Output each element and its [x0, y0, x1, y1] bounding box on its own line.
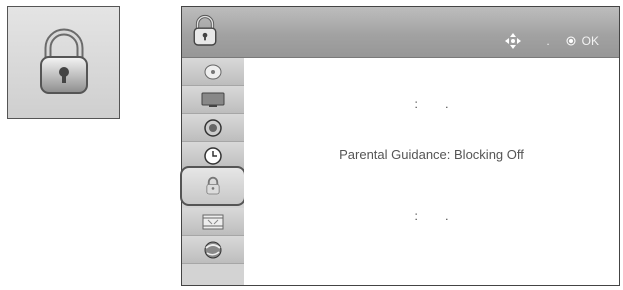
lock-tile	[7, 6, 120, 119]
row-separator: :	[414, 209, 418, 223]
sidebar-item-audio[interactable]	[182, 114, 244, 142]
sidebar-item-network[interactable]	[182, 236, 244, 264]
menu-content: : . Parental Guidance: Blocking Off : .	[244, 58, 619, 285]
lock-icon	[39, 28, 88, 94]
setup-menu-panel: . OK: . Parental Guidance: Blocking Off…	[180, 6, 620, 286]
lock-icon	[193, 14, 217, 46]
hint-separator: .	[546, 34, 550, 48]
move-arrows-icon	[505, 33, 522, 49]
speaker-icon	[204, 118, 222, 137]
menu-header: . OK	[182, 7, 619, 58]
ok-button-icon	[566, 36, 576, 46]
row-value: .	[445, 97, 449, 111]
row-separator: :	[414, 97, 418, 111]
sidebar-item-disc[interactable]	[182, 58, 244, 86]
film-icon	[202, 214, 224, 229]
sidebar-item-lock[interactable]	[180, 166, 246, 206]
sidebar-item-picture[interactable]	[182, 86, 244, 114]
clock-icon	[204, 146, 222, 165]
sidebar	[180, 58, 246, 285]
ok-label: OK	[581, 34, 599, 48]
lock-icon	[206, 176, 220, 195]
menu-row[interactable]: : .	[244, 97, 619, 111]
parental-guidance-status[interactable]: Parental Guidance: Blocking Off	[244, 147, 619, 162]
tv-screen-icon	[201, 92, 225, 107]
network-globe-icon	[204, 241, 222, 258]
navigation-hint: . OK	[504, 32, 599, 50]
row-value: .	[445, 209, 449, 223]
disc-icon	[204, 64, 222, 79]
sidebar-item-media[interactable]	[182, 208, 244, 236]
menu-row[interactable]: : .	[244, 209, 619, 223]
